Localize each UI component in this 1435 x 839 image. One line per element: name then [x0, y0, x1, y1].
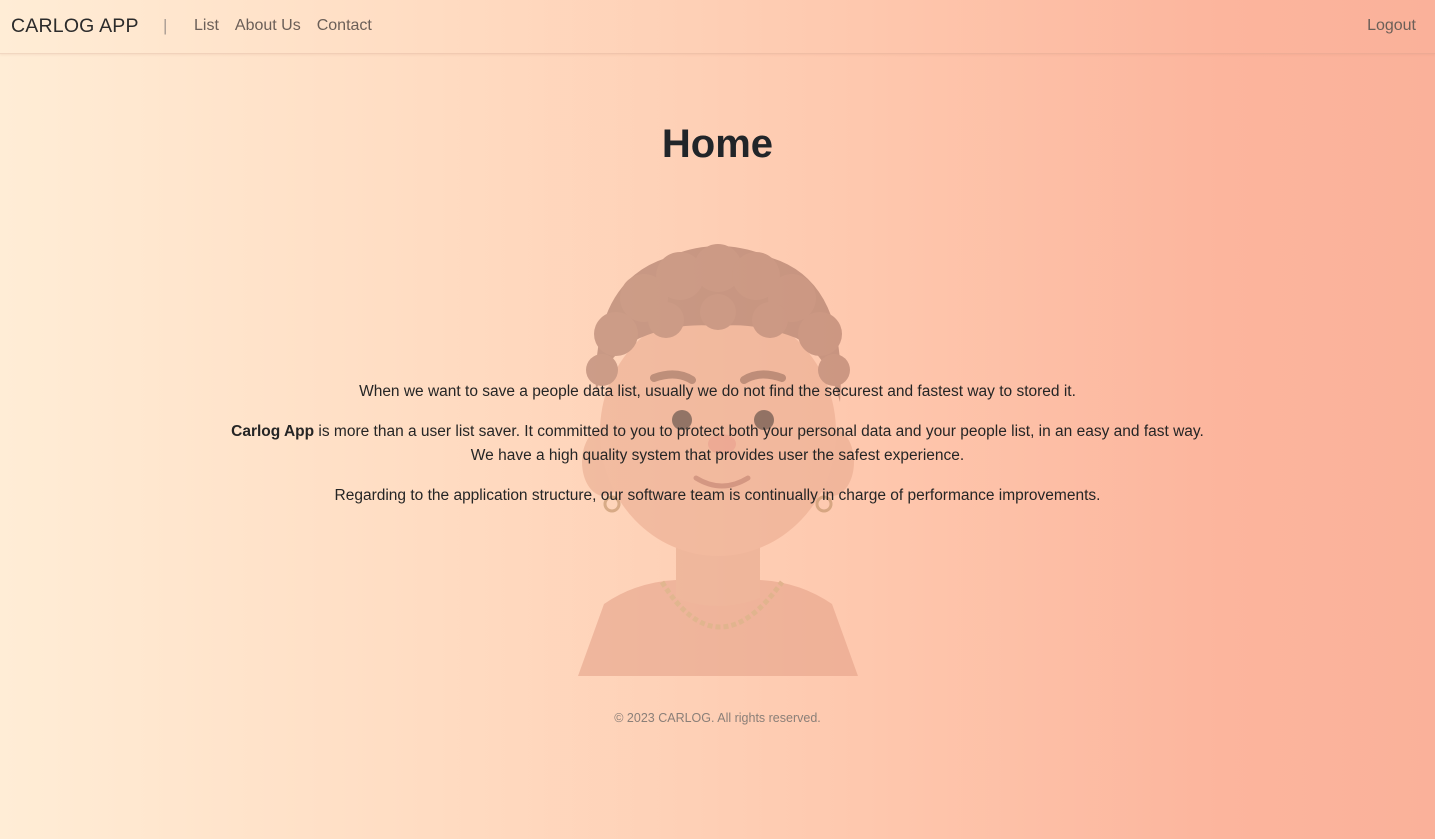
- app-name-strong: Carlog App: [231, 423, 315, 440]
- nav-link-about-us[interactable]: About Us: [235, 17, 301, 35]
- nav-link-contact[interactable]: Contact: [317, 17, 372, 35]
- nav-separator: |: [163, 16, 168, 35]
- logout-link[interactable]: Logout: [1367, 17, 1416, 35]
- brand-logo-text[interactable]: CARLOG APP: [11, 15, 139, 38]
- nav-link-list[interactable]: List: [194, 17, 219, 35]
- intro-paragraph-2-text: is more than a user list saver. It commi…: [314, 423, 1204, 464]
- top-navbar: CARLOG APP | List About Us Contact Logou…: [0, 0, 1435, 54]
- intro-content: When we want to save a people data list,…: [0, 380, 1435, 524]
- page-title: Home: [661, 122, 774, 166]
- footer-copyright: © 2023 CARLOG. All rights reserved.: [614, 711, 821, 725]
- intro-paragraph-1: When we want to save a people data list,…: [359, 383, 1076, 400]
- nav-links: List About Us Contact: [194, 17, 372, 35]
- intro-paragraph-2: Carlog App is more than a user list save…: [228, 420, 1208, 468]
- intro-paragraph-3: Regarding to the application structure, …: [334, 487, 1101, 504]
